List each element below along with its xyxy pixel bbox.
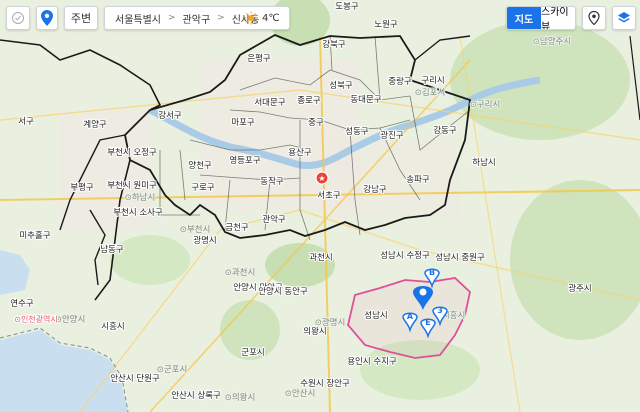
my-location-button[interactable] <box>582 6 606 30</box>
district-label: 광주시 <box>568 283 591 294</box>
district-label: 영등포구 <box>229 155 260 166</box>
district-label: 서구 <box>18 117 34 127</box>
district-label: 서초구 <box>317 191 341 201</box>
district-label: 관악구 <box>262 214 286 225</box>
district-label: 종로구 <box>297 96 321 106</box>
breadcrumb-item-city[interactable]: 서울특별시 <box>115 11 161 26</box>
district-label: 성남시 중원구 <box>435 253 485 263</box>
district-label: 강서구 <box>158 110 182 121</box>
district-label: 은평구 <box>247 53 271 64</box>
district-label: 송파구 <box>406 175 430 185</box>
district-label: 성북구 <box>329 81 353 91</box>
district-label: 성동구 <box>345 127 369 137</box>
district-label: 강남구 <box>363 184 387 195</box>
district-label: 미추홀구 <box>19 230 50 241</box>
district-label: 안산시 상록구 <box>171 390 221 401</box>
district-label: 용산구 <box>288 147 312 158</box>
district-label: 강동구 <box>433 125 457 136</box>
sun-icon <box>244 11 258 25</box>
breadcrumb-item-district[interactable]: 관악구 <box>183 11 211 26</box>
park-area <box>265 243 335 287</box>
district-label: 안산시 단원구 <box>110 373 160 384</box>
location-pin-button[interactable] <box>36 6 58 30</box>
district-label: 연수구 <box>10 299 34 309</box>
district-label: 부천시 소사구 <box>113 207 163 218</box>
faint-map-label: ⊙광명시 <box>315 317 346 328</box>
district-label: 금천구 <box>225 222 249 233</box>
district-label: 구리시 <box>421 76 444 86</box>
district-label: 중랑구 <box>388 76 412 87</box>
district-label: 안양시 동안구 <box>258 286 308 297</box>
settings-icon-button[interactable] <box>6 6 30 30</box>
chevron-right-icon: > <box>168 13 176 23</box>
district-label: 강북구 <box>322 39 346 50</box>
svg-text:A: A <box>407 312 414 321</box>
district-label: 용인시 수지구 <box>347 356 397 367</box>
faint-map-label: ⊙안양시 <box>55 314 86 325</box>
map-canvas[interactable]: 도봉구노원구강북구은평구성북구 중랑구 구리시서대문구 종로구 동대문구강서구마포구 중구… <box>0 0 640 412</box>
district-label: 군포시 <box>241 348 264 358</box>
weather-temperature: 4℃ <box>262 12 280 24</box>
district-label: 마포구 <box>231 118 255 128</box>
district-label: 광진구 <box>380 130 404 141</box>
park-area <box>110 235 190 285</box>
faint-map-label: ⊙의왕시 <box>225 392 256 403</box>
faint-map-label: ⊙김포시 <box>415 87 446 98</box>
svg-text:E: E <box>425 318 430 327</box>
faint-map-label: ⊙하남시 <box>125 192 156 203</box>
faint-map-label: ⊙군포시 <box>157 365 188 375</box>
district-label: 중구 <box>308 118 324 128</box>
district-label: 양천구 <box>188 160 212 171</box>
district-label: 광명시 <box>193 235 216 246</box>
district-label: 구로구 <box>191 183 215 193</box>
district-label: 성남시 <box>364 311 387 321</box>
district-label: 수원시 장안구 <box>300 378 350 389</box>
map-type-option-map[interactable]: 지도 <box>507 7 541 29</box>
district-label: 부천시 원미구 <box>107 180 157 191</box>
district-label: 하남시 <box>472 157 495 168</box>
layers-icon <box>618 12 630 23</box>
layers-button[interactable] <box>612 6 636 30</box>
location-marker-icon <box>588 11 600 25</box>
district-label: 남동구 <box>100 245 124 255</box>
nearby-button-label: 주변 <box>70 12 92 25</box>
faint-map-label: ⊙구리시 <box>470 100 501 110</box>
district-label: 계양구 <box>83 119 107 130</box>
map-type-toggle: 지도 스카이뷰 <box>506 6 576 30</box>
svg-text:B: B <box>429 268 435 277</box>
map-type-option-skyview[interactable]: 스카이뷰 <box>541 7 575 29</box>
chevron-right-icon: > <box>217 13 225 23</box>
map-pin-icon <box>41 10 53 26</box>
faint-map-label: ⊙과천시 <box>225 267 256 278</box>
district-label: 서대문구 <box>254 98 285 108</box>
svg-text:3: 3 <box>437 306 443 315</box>
district-label: 동대문구 <box>350 95 381 105</box>
nearby-button[interactable]: 주변 <box>64 6 98 30</box>
district-label: 부천시 오정구 <box>107 147 157 158</box>
district-label: 성남시 수정구 <box>380 250 430 261</box>
faint-map-label: ⊙인천광역시 <box>14 314 58 324</box>
district-label: 부평구 <box>70 182 94 193</box>
district-label: 과천시 <box>309 252 332 263</box>
district-label: 시흥시 <box>101 321 124 332</box>
weather-widget[interactable]: 4℃ <box>244 6 290 30</box>
top-toolbar: 주변 서울특별시 > 관악구 > 신사동 4℃ 지도 스카이뷰 <box>0 0 640 36</box>
check-circle-icon <box>12 12 24 24</box>
faint-map-label: ⊙안산시 <box>285 388 316 399</box>
svg-text:★: ★ <box>318 174 325 183</box>
district-label: 동작구 <box>260 176 284 187</box>
faint-map-label: ⊙부천시 <box>180 224 211 235</box>
faint-map-label: ⊙남양주시 <box>533 36 571 47</box>
current-location-star-marker[interactable]: ★ <box>315 171 329 185</box>
